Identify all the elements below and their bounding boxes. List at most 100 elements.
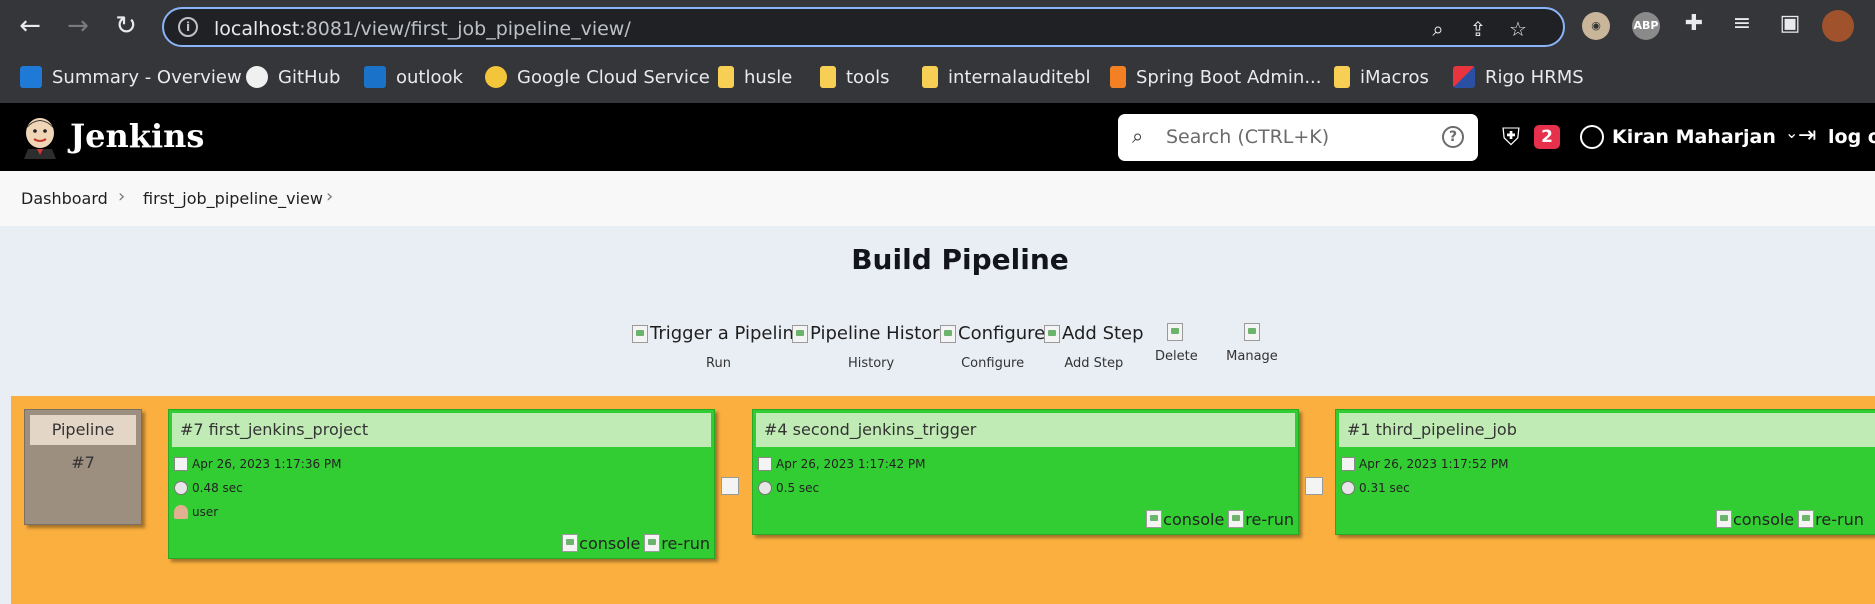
delete-label: Delete <box>1155 349 1198 364</box>
address-bar[interactable]: i localhost:8081/view/first_job_pipeline… <box>162 7 1565 47</box>
action-alt-text: Configure <box>958 323 1046 344</box>
job-date: Apr 26, 2023 1:17:52 PM <box>1359 457 1509 471</box>
rerun-button[interactable]: re-run <box>1798 508 1864 530</box>
jenkins-header: Jenkins ⌕ ? ⛨ 2 Kiran Maharjan ⌄ ⇥ log o… <box>0 103 1875 171</box>
bookmark-github[interactable]: GitHub <box>246 62 340 92</box>
chevron-right-icon[interactable]: › <box>118 186 125 207</box>
bookmark-rigo-hrms[interactable]: Rigo HRMS <box>1453 62 1584 92</box>
bookmark-husle[interactable]: husle <box>718 62 792 92</box>
logout-icon[interactable]: ⇥ <box>1798 123 1816 148</box>
action-alt-text: Add Step <box>1062 323 1144 344</box>
alert-count-badge[interactable]: 2 <box>1534 125 1560 149</box>
manage-label: Manage <box>1226 349 1278 364</box>
rerun-icon <box>1228 510 1245 528</box>
run-action[interactable]: Trigger a Pipeline Run <box>632 323 805 371</box>
browser-chrome: ← → ↻ i localhost:8081/view/first_job_pi… <box>0 0 1875 103</box>
jenkins-title[interactable]: Jenkins <box>70 117 204 155</box>
console-button[interactable]: console <box>1146 508 1224 530</box>
job-user: user <box>192 505 219 519</box>
bookmark-internalauditebl[interactable]: internalauditebl <box>922 62 1091 92</box>
job-buttons: console re-run <box>1716 508 1864 530</box>
add-step-action[interactable]: Add Step Add Step <box>1044 323 1144 371</box>
bookmark-outlook[interactable]: outlook <box>364 62 463 92</box>
reading-list-icon[interactable]: ≡ <box>1726 8 1758 40</box>
bookmark-label: Google Cloud Service <box>517 66 710 88</box>
profile-avatar[interactable] <box>1822 10 1854 42</box>
trigger-pipeline-icon <box>632 324 648 343</box>
run-label: Run <box>706 356 731 371</box>
chevron-right-icon[interactable]: › <box>326 186 333 207</box>
user-avatar-icon[interactable] <box>1580 125 1604 149</box>
delete-action[interactable]: Delete <box>1155 323 1198 364</box>
configure-icon <box>940 324 956 343</box>
breadcrumb: Dashboard › first_job_pipeline_view › <box>0 171 1875 226</box>
outlook-icon <box>364 66 386 88</box>
extensions-puzzle-icon[interactable]: ✚ <box>1678 8 1710 40</box>
rerun-label: re-run <box>1245 509 1294 529</box>
rigo-icon <box>1453 66 1475 88</box>
breadcrumb-view[interactable]: first_job_pipeline_view <box>143 189 323 208</box>
job-buttons: console re-run <box>562 532 710 554</box>
breadcrumb-dashboard[interactable]: Dashboard <box>21 189 108 208</box>
rerun-button[interactable]: re-run <box>644 532 710 554</box>
console-button[interactable]: console <box>562 532 640 554</box>
help-icon[interactable]: ? <box>1442 126 1464 148</box>
pipeline-run-box[interactable]: Pipeline #7 <box>24 409 142 525</box>
job-card-second: #4 second_jenkins_trigger Apr 26, 2023 1… <box>752 409 1299 535</box>
forward-icon[interactable]: → <box>62 10 94 42</box>
add-step-label: Add Step <box>1064 356 1124 371</box>
chevron-down-icon[interactable]: ⌄ <box>1785 123 1798 142</box>
pipeline-number[interactable]: #7 <box>25 453 141 472</box>
main-content: Build Pipeline Trigger a Pipeline Run Pi… <box>0 226 1875 604</box>
logout-link[interactable]: log out <box>1828 126 1875 148</box>
manage-icon <box>1244 323 1260 341</box>
job-card-third: #1 third_pipeline_job Apr 26, 2023 1:17:… <box>1335 409 1875 535</box>
job-date-row: Apr 26, 2023 1:17:36 PM <box>174 454 342 474</box>
adblock-plus-icon[interactable]: ABP <box>1632 12 1660 40</box>
back-icon[interactable]: ← <box>14 10 46 42</box>
site-info-icon[interactable]: i <box>178 17 198 37</box>
url-text[interactable]: localhost:8081/view/first_job_pipeline_v… <box>214 18 631 40</box>
bookmark-star-icon[interactable]: ☆ <box>1504 15 1532 43</box>
rerun-icon <box>644 534 661 552</box>
job-duration-row: 0.5 sec <box>758 478 819 498</box>
manage-action[interactable]: Manage <box>1226 323 1278 364</box>
configure-label: Configure <box>961 356 1025 371</box>
bookmark-summary-overview[interactable]: Summary - Overview <box>20 62 242 92</box>
security-shield-icon[interactable]: ⛨ <box>1502 123 1520 151</box>
job-title[interactable]: #1 third_pipeline_job <box>1339 413 1875 447</box>
share-icon[interactable]: ⇪ <box>1464 15 1492 43</box>
adblock-label: ABP <box>1633 19 1659 32</box>
github-icon <box>246 66 268 88</box>
bookmark-label: Rigo HRMS <box>1485 66 1584 88</box>
job-title[interactable]: #7 first_jenkins_project <box>172 413 711 447</box>
job-duration-row: 0.31 sec <box>1341 478 1410 498</box>
bookmark-spring-boot-admin[interactable]: Spring Boot Admin... <box>1110 62 1322 92</box>
bookmark-tools[interactable]: tools <box>820 62 889 92</box>
job-title[interactable]: #4 second_jenkins_trigger <box>756 413 1295 447</box>
page-title: Build Pipeline <box>851 243 1069 276</box>
url-path: :8081/view/first_job_pipeline_view/ <box>299 18 631 40</box>
history-action[interactable]: Pipeline History History <box>792 323 950 371</box>
search-input[interactable] <box>1166 122 1426 152</box>
bookmark-imacros[interactable]: iMacros <box>1334 62 1429 92</box>
action-alt-text: Pipeline History <box>810 323 951 344</box>
configure-action[interactable]: Configure Configure <box>940 323 1045 371</box>
clock-icon <box>174 481 188 495</box>
reload-icon[interactable]: ↻ <box>110 10 142 42</box>
bookmark-label: GitHub <box>278 66 341 88</box>
jenkins-logo-icon[interactable] <box>20 115 60 159</box>
zoom-icon[interactable]: ⌕ <box>1424 15 1452 43</box>
extension-glasses-icon[interactable]: ◉ <box>1582 12 1610 40</box>
stackoverflow-icon <box>1110 66 1126 88</box>
console-button[interactable]: console <box>1716 508 1794 530</box>
rerun-label: re-run <box>1815 509 1864 529</box>
bookmark-label: husle <box>744 66 793 88</box>
bookmark-google-cloud[interactable]: Google Cloud Service <box>485 62 710 92</box>
bookmark-label: Summary - Overview <box>52 66 242 88</box>
side-panel-icon[interactable]: ▣ <box>1774 8 1806 40</box>
calendar-icon <box>174 457 188 471</box>
user-name[interactable]: Kiran Maharjan <box>1612 126 1776 148</box>
rerun-button[interactable]: re-run <box>1228 508 1294 530</box>
folder-icon <box>820 66 836 88</box>
